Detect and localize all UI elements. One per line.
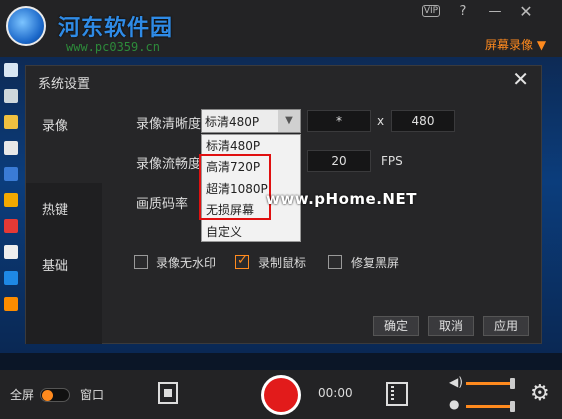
height-field[interactable]: 480 <box>391 110 455 132</box>
fix-black-screen-label: 修复黑屏 <box>351 256 400 270</box>
dialog-close-icon[interactable]: ✕ <box>512 67 529 91</box>
minimize-icon[interactable]: — <box>487 4 503 20</box>
record-mode-select[interactable]: 屏幕录像 ▼ <box>485 36 546 53</box>
window-label: 窗口 <box>80 388 105 402</box>
title-bar: 河东软件园 www.pc0359.cn VIP ? — ✕ 屏幕录像 ▼ <box>0 0 562 57</box>
toggle-knob <box>42 390 53 401</box>
fps-unit: FPS <box>381 154 403 168</box>
dropdown-option[interactable]: 自定义 <box>204 221 300 243</box>
overlay-watermark: www.pHome.NET <box>266 190 417 208</box>
nav-item-record[interactable]: 录像 <box>26 99 102 155</box>
quality-select-value: 标清480P <box>205 115 260 129</box>
apply-button[interactable]: 应用 <box>483 316 529 336</box>
quality-label: 录像清晰度 <box>136 117 202 132</box>
record-mouse-label: 录制鼠标 <box>258 256 307 270</box>
fps-field[interactable]: 20 <box>307 150 371 172</box>
nav-item-hotkey[interactable]: 热键 <box>26 183 102 239</box>
quality-select[interactable]: 标清480P ▼ <box>201 109 301 133</box>
mic-slider[interactable] <box>466 401 515 412</box>
mic-fill <box>466 405 512 408</box>
cancel-button[interactable]: 取消 <box>428 316 474 336</box>
region-select-icon[interactable] <box>158 382 178 404</box>
record-button[interactable] <box>261 375 301 415</box>
settings-nav: 录像 热键 基础 <box>26 99 102 344</box>
video-list-icon[interactable] <box>386 382 408 406</box>
speaker-icon[interactable]: ◀) <box>449 375 463 389</box>
close-icon[interactable]: ✕ <box>518 4 534 20</box>
fullscreen-window-toggle[interactable] <box>40 388 70 402</box>
watermark-brand: 河东软件园 <box>58 16 174 41</box>
taskbar <box>0 353 562 370</box>
volume-thumb[interactable] <box>510 378 515 389</box>
nav-item-basic[interactable]: 基础 <box>26 239 102 295</box>
gear-icon[interactable]: ⚙ <box>530 381 550 406</box>
fix-black-screen-checkbox[interactable] <box>328 255 342 269</box>
volume-fill <box>466 382 512 385</box>
ok-button[interactable]: 确定 <box>373 316 419 336</box>
mic-thumb[interactable] <box>510 401 515 412</box>
chevron-down-icon[interactable]: ▼ <box>278 110 300 132</box>
watermark-site: www.pc0359.cn <box>66 40 160 54</box>
vip-icon[interactable]: VIP <box>422 5 440 17</box>
bitrate-label: 画质码率 <box>136 197 189 212</box>
fluency-label: 录像流畅度 <box>136 157 202 172</box>
app-logo <box>6 6 46 46</box>
microphone-icon[interactable]: ● <box>449 397 459 411</box>
fullscreen-label: 全屏 <box>10 388 35 402</box>
record-mouse-checkbox[interactable] <box>235 253 249 269</box>
volume-slider[interactable] <box>466 378 515 389</box>
record-timer: 00:00 <box>318 386 353 400</box>
annotation-highlight-box <box>199 154 271 220</box>
no-watermark-checkbox[interactable] <box>134 255 148 269</box>
control-bar: 全屏 窗口 00:00 ◀) ● ⚙ <box>0 370 562 419</box>
help-icon[interactable]: ? <box>455 4 471 20</box>
record-icon <box>264 378 298 412</box>
width-field[interactable]: * <box>307 110 371 132</box>
dimension-separator: x <box>377 114 385 128</box>
desktop-icons <box>0 57 24 370</box>
dialog-title: 系统设置 <box>38 77 91 92</box>
settings-dialog: 系统设置 ✕ 录像 热键 基础 录像清晰度 标清480P ▼ * x 480 录… <box>25 65 542 344</box>
no-watermark-label: 录像无水印 <box>156 256 217 270</box>
